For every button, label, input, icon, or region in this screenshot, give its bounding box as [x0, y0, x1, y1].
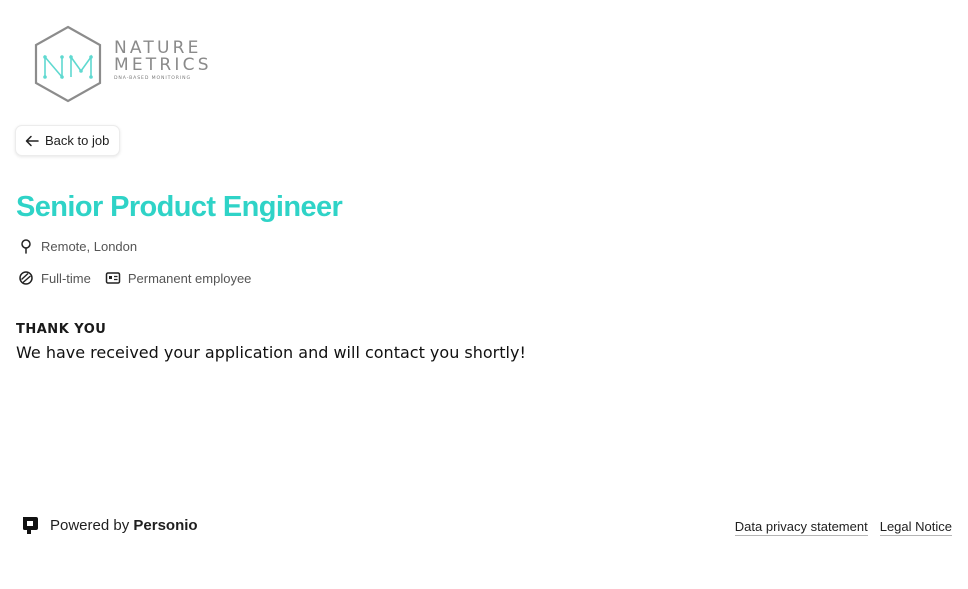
data-privacy-link[interactable]: Data privacy statement: [734, 519, 868, 536]
logo-tagline: DNA-BASED MONITORING: [114, 76, 191, 81]
arrow-left-icon: [25, 135, 39, 146]
location-pin-icon: [21, 239, 31, 254]
job-employment-type: Permanent employee: [105, 270, 252, 286]
job-type-row: Full-time Permanent employee: [18, 270, 265, 286]
thank-you-heading: THANK YOU: [16, 322, 107, 337]
job-title: Senior Product Engineer: [16, 191, 343, 223]
page: NATURE METRICS DNA-BASED MONITORING Back…: [0, 0, 968, 589]
logo-hexagon-icon: [34, 25, 102, 103]
powered-by[interactable]: Powered by Personio: [21, 516, 198, 535]
job-schedule-text: Full-time: [41, 270, 91, 286]
job-location: Remote, London: [18, 238, 137, 254]
id-card-icon: [105, 272, 121, 284]
footer-links: Data privacy statement Legal Notice: [734, 519, 952, 536]
powered-by-prefix: Powered by: [50, 517, 130, 534]
logo-word-metrics: METRICS: [114, 55, 212, 75]
job-employment-type-text: Permanent employee: [127, 270, 252, 286]
personio-logo-icon: [23, 517, 38, 534]
back-to-job-button[interactable]: Back to job: [15, 125, 121, 156]
job-location-row: Remote, London: [18, 238, 151, 254]
logo-wordmark: NATURE METRICS DNA-BASED MONITORING: [114, 40, 212, 82]
job-location-text: Remote, London: [41, 238, 138, 254]
confirmation-message: We have received your application and wi…: [16, 343, 526, 362]
job-schedule: Full-time: [18, 270, 91, 286]
back-to-job-label: Back to job: [45, 133, 110, 148]
company-logo: NATURE METRICS DNA-BASED MONITORING: [34, 25, 214, 103]
legal-notice-link[interactable]: Legal Notice: [879, 519, 952, 536]
powered-by-brand: Personio: [133, 517, 198, 534]
schedule-icon: [19, 271, 33, 285]
